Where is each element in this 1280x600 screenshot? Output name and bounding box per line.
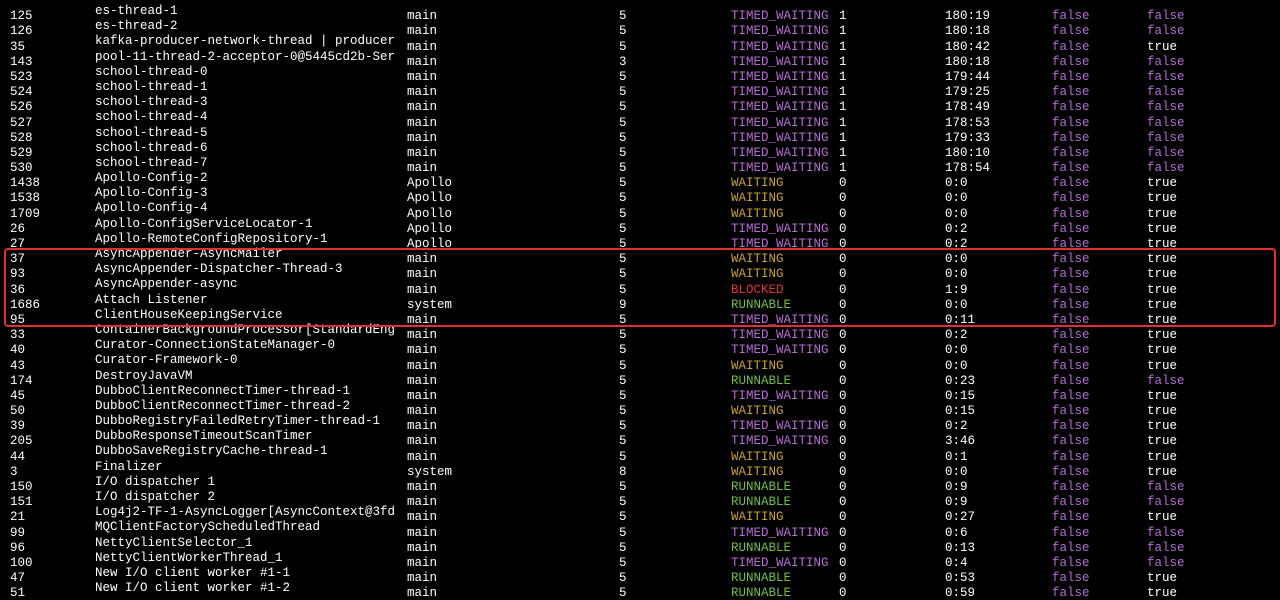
cell-name: Apollo-Config-4 — [95, 201, 407, 216]
cell-name: Log4j2-TF-1-AsyncLogger[AsyncContext@3fd — [95, 505, 407, 520]
thread-row[interactable]: 45DubboClientReconnectTimer-thread-1main… — [0, 384, 1280, 399]
cell-name: I/O dispatcher 1 — [95, 475, 407, 490]
thread-row[interactable]: 1538Apollo-Config-3Apollo5WAITING00:0fal… — [0, 186, 1280, 201]
thread-row[interactable]: 529school-thread-6main5TIMED_WAITING1180… — [0, 141, 1280, 156]
cell-name: ContainerBackgroundProcessor[StandardEng — [95, 323, 407, 338]
thread-row[interactable]: 526school-thread-3main5TIMED_WAITING1178… — [0, 95, 1280, 110]
cell-name: AsyncAppender-async — [95, 277, 407, 292]
thread-row[interactable]: 125es-thread-1main5TIMED_WAITING1180:19f… — [0, 4, 1280, 19]
cell-name: school-thread-3 — [95, 95, 407, 110]
thread-row[interactable]: 47New I/O client worker #1-1main5RUNNABL… — [0, 566, 1280, 581]
thread-row[interactable]: 1709Apollo-Config-4Apollo5WAITING00:0fal… — [0, 201, 1280, 216]
thread-row[interactable]: 528school-thread-5main5TIMED_WAITING1179… — [0, 126, 1280, 141]
thread-row[interactable]: 36AsyncAppender-asyncmain5BLOCKED01:9fal… — [0, 277, 1280, 292]
thread-row[interactable]: 51New I/O client worker #1-2main5RUNNABL… — [0, 581, 1280, 596]
cell-name: Attach Listener — [95, 293, 407, 308]
cell-name: NettyClientSelector_1 — [95, 536, 407, 551]
thread-row[interactable]: 21Log4j2-TF-1-AsyncLogger[AsyncContext@3… — [0, 505, 1280, 520]
thread-row[interactable]: 43Curator-Framework-0main5WAITING00:0fal… — [0, 353, 1280, 368]
cell-name: school-thread-4 — [95, 110, 407, 125]
thread-row[interactable]: 96NettyClientSelector_1main5RUNNABLE00:1… — [0, 536, 1280, 551]
cell-name: pool-11-thread-2-acceptor-0@5445cd2b-Ser — [95, 50, 407, 65]
cell-name: New I/O client worker #1-1 — [95, 566, 407, 581]
cell-name: MQClientFactoryScheduledThread — [95, 520, 407, 535]
thread-row[interactable]: 33ContainerBackgroundProcessor[StandardE… — [0, 323, 1280, 338]
cell-name: es-thread-1 — [95, 4, 407, 19]
cell-name: DubboResponseTimeoutScanTimer — [95, 429, 407, 444]
cell-name: DubboClientReconnectTimer-thread-1 — [95, 384, 407, 399]
thread-row[interactable]: 40Curator-ConnectionStateManager-0main5T… — [0, 338, 1280, 353]
cell-name: Curator-ConnectionStateManager-0 — [95, 338, 407, 353]
cell-name: DestroyJavaVM — [95, 369, 407, 384]
thread-row[interactable]: 174DestroyJavaVMmain5RUNNABLE00:23falsef… — [0, 369, 1280, 384]
thread-row[interactable]: 100NettyClientWorkerThread_1main5TIMED_W… — [0, 551, 1280, 566]
cell-name: school-thread-5 — [95, 126, 407, 141]
cell-name: NettyClientWorkerThread_1 — [95, 551, 407, 566]
thread-row[interactable]: 93AsyncAppender-Dispatcher-Thread-3main5… — [0, 262, 1280, 277]
cell-name: school-thread-7 — [95, 156, 407, 171]
thread-row[interactable]: 27Apollo-RemoteConfigRepository-1Apollo5… — [0, 232, 1280, 247]
cell-name: DubboSaveRegistryCache-thread-1 — [95, 444, 407, 459]
cell-name: New I/O client worker #1-2 — [95, 581, 407, 596]
thread-row[interactable]: 95ClientHouseKeepingServicemain5TIMED_WA… — [0, 308, 1280, 323]
cell-name: Apollo-RemoteConfigRepository-1 — [95, 232, 407, 247]
thread-row[interactable]: 37AsyncAppender-AsyncMailermain5WAITING0… — [0, 247, 1280, 262]
cell-name: es-thread-2 — [95, 19, 407, 34]
cell-name: I/O dispatcher 2 — [95, 490, 407, 505]
cell-name: school-thread-6 — [95, 141, 407, 156]
thread-row[interactable]: 530school-thread-7main5TIMED_WAITING1178… — [0, 156, 1280, 171]
cell-name: Apollo-ConfigServiceLocator-1 — [95, 217, 407, 232]
thread-row[interactable]: 205DubboResponseTimeoutScanTimermain5TIM… — [0, 429, 1280, 444]
thread-row[interactable]: 39DubboRegistryFailedRetryTimer-thread-1… — [0, 414, 1280, 429]
thread-table: 125es-thread-1main5TIMED_WAITING1180:19f… — [0, 4, 1280, 596]
thread-row[interactable]: 151I/O dispatcher 2main5RUNNABLE00:9fals… — [0, 490, 1280, 505]
thread-row[interactable]: 1686Attach Listenersystem9RUNNABLE00:0fa… — [0, 293, 1280, 308]
cell-name: AsyncAppender-Dispatcher-Thread-3 — [95, 262, 407, 277]
thread-row[interactable]: 26Apollo-ConfigServiceLocator-1Apollo5TI… — [0, 217, 1280, 232]
thread-row[interactable]: 143pool-11-thread-2-acceptor-0@5445cd2b-… — [0, 50, 1280, 65]
thread-row[interactable]: 35kafka-producer-network-thread | produc… — [0, 34, 1280, 49]
cell-name: Finalizer — [95, 460, 407, 475]
thread-row[interactable]: 523school-thread-0main5TIMED_WAITING1179… — [0, 65, 1280, 80]
cell-name: Curator-Framework-0 — [95, 353, 407, 368]
thread-row[interactable]: 150I/O dispatcher 1main5RUNNABLE00:9fals… — [0, 475, 1280, 490]
thread-row[interactable]: 44DubboSaveRegistryCache-thread-1main5WA… — [0, 444, 1280, 459]
cell-name: school-thread-0 — [95, 65, 407, 80]
thread-row[interactable]: 99MQClientFactoryScheduledThreadmain5TIM… — [0, 520, 1280, 535]
thread-row[interactable]: 126es-thread-2main5TIMED_WAITING1180:18f… — [0, 19, 1280, 34]
thread-row[interactable]: 527school-thread-4main5TIMED_WAITING1178… — [0, 110, 1280, 125]
thread-row[interactable]: 1438Apollo-Config-2Apollo5WAITING00:0fal… — [0, 171, 1280, 186]
thread-row[interactable]: 50DubboClientReconnectTimer-thread-2main… — [0, 399, 1280, 414]
cell-name: ClientHouseKeepingService — [95, 308, 407, 323]
cell-name: DubboClientReconnectTimer-thread-2 — [95, 399, 407, 414]
cell-name: AsyncAppender-AsyncMailer — [95, 247, 407, 262]
thread-row[interactable]: 3Finalizersystem8WAITING00:0falsetrue — [0, 460, 1280, 475]
cell-name: DubboRegistryFailedRetryTimer-thread-1 — [95, 414, 407, 429]
cell-name: kafka-producer-network-thread | producer — [95, 34, 407, 49]
cell-name: Apollo-Config-3 — [95, 186, 407, 201]
cell-name: school-thread-1 — [95, 80, 407, 95]
cell-name: Apollo-Config-2 — [95, 171, 407, 186]
thread-row[interactable]: 524school-thread-1main5TIMED_WAITING1179… — [0, 80, 1280, 95]
